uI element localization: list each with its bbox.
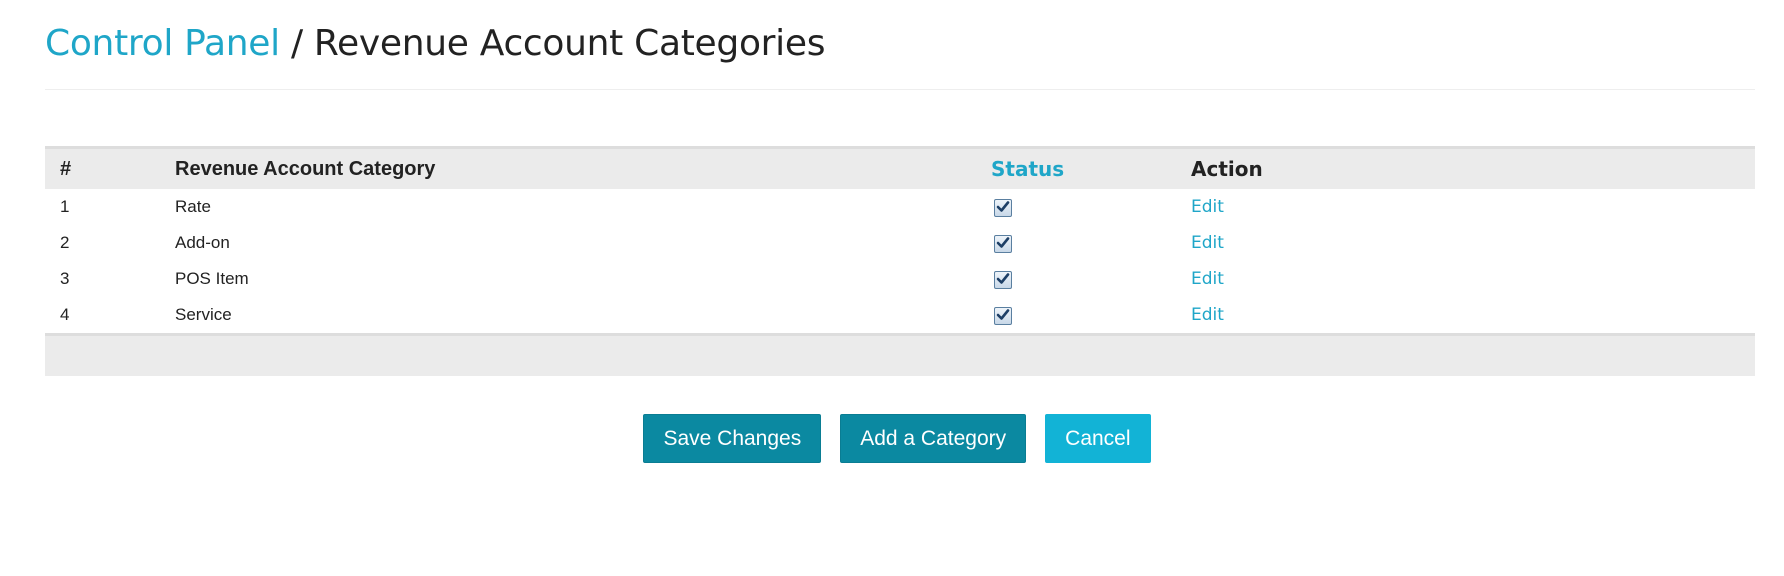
- form-actions: Save Changes Add a Category Cancel: [0, 414, 1784, 463]
- column-header-category: Revenue Account Category: [175, 157, 436, 180]
- breadcrumb-control-panel-link[interactable]: Control Panel: [45, 23, 280, 64]
- categories-table: # Revenue Account Category Status Action…: [45, 146, 1755, 333]
- edit-link[interactable]: Edit: [1191, 233, 1224, 253]
- cancel-button[interactable]: Cancel: [1045, 414, 1151, 463]
- edit-link[interactable]: Edit: [1191, 197, 1224, 217]
- row-number: 1: [60, 197, 70, 216]
- row-number: 2: [60, 233, 70, 252]
- column-header-action: Action: [1191, 157, 1263, 181]
- save-changes-button[interactable]: Save Changes: [643, 414, 822, 463]
- column-header-status[interactable]: Status: [976, 148, 1176, 190]
- row-number: 3: [60, 269, 70, 288]
- breadcrumb-separator: /: [279, 23, 314, 64]
- checkbox-checked-icon[interactable]: [994, 306, 1012, 325]
- table-header: # Revenue Account Category Status Action: [45, 147, 1755, 190]
- checkbox-checked-icon[interactable]: [994, 270, 1012, 289]
- page-header: Control Panel / Revenue Account Categori…: [45, 14, 1755, 90]
- checkbox-checked-icon[interactable]: [994, 198, 1012, 217]
- category-name: Service: [175, 305, 232, 324]
- status-cell: [976, 225, 1176, 261]
- table-footer: [45, 333, 1755, 376]
- table-row: 3 POS Item Edit: [45, 261, 1755, 297]
- breadcrumb-current: Revenue Account Categories: [313, 23, 826, 64]
- row-number: 4: [60, 305, 70, 324]
- table-row: 2 Add-on Edit: [45, 225, 1755, 261]
- checkbox-checked-icon[interactable]: [994, 234, 1012, 253]
- add-category-button[interactable]: Add a Category: [840, 414, 1027, 463]
- category-name: Add-on: [175, 233, 230, 252]
- status-cell: [976, 297, 1176, 333]
- page: Control Panel / Revenue Account Categori…: [0, 0, 1784, 576]
- column-header-number: #: [60, 157, 72, 180]
- status-cell: [976, 261, 1176, 297]
- action-cell: Edit: [1176, 261, 1755, 297]
- edit-link[interactable]: Edit: [1191, 305, 1224, 325]
- action-cell: Edit: [1176, 297, 1755, 333]
- category-name: POS Item: [175, 269, 249, 288]
- table-header-row: # Revenue Account Category Status Action: [45, 147, 1755, 190]
- category-name: Rate: [175, 197, 211, 216]
- categories-table-container: # Revenue Account Category Status Action…: [45, 146, 1755, 376]
- table-body: 1 Rate Edit 2 Add-on Edit 3 POS Item Edit 4 Servic…: [45, 189, 1755, 333]
- table-row: 4 Service Edit: [45, 297, 1755, 333]
- action-cell: Edit: [1176, 225, 1755, 261]
- edit-link[interactable]: Edit: [1191, 269, 1224, 289]
- table-row: 1 Rate Edit: [45, 189, 1755, 225]
- status-cell: [976, 189, 1176, 225]
- page-title: Control Panel / Revenue Account Categori…: [45, 14, 1755, 74]
- action-cell: Edit: [1176, 189, 1755, 225]
